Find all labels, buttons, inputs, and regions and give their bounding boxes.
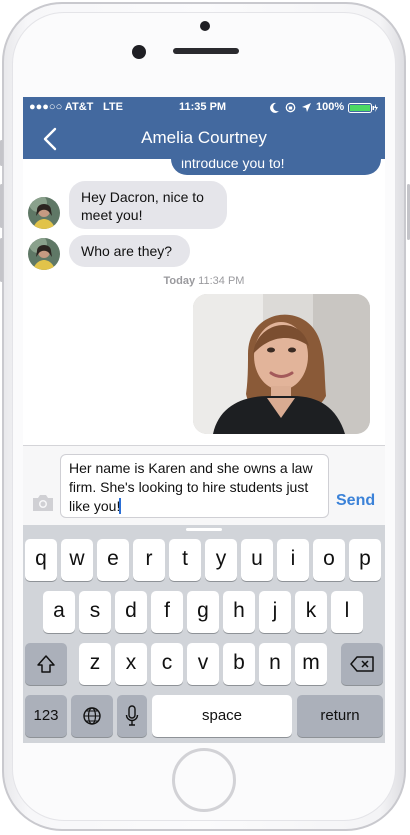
outgoing-message-bubble[interactable]: introduce you to! [171,159,381,175]
earpiece [173,48,239,54]
key-y[interactable]: y [205,539,237,581]
portrait-image [193,294,370,434]
key-m[interactable]: m [295,643,327,685]
dictation-key[interactable] [117,695,147,737]
home-button[interactable] [172,748,236,812]
message-input[interactable]: Her name is Karen and she owns a law fir… [60,454,329,518]
space-key[interactable]: space [152,695,292,737]
contact-avatar[interactable] [28,238,60,270]
rotation-lock-icon [285,102,296,113]
text-cursor [119,498,122,514]
key-d[interactable]: d [115,591,147,633]
return-key[interactable]: return [297,695,383,737]
volume-up-button [0,140,3,166]
moon-icon [270,102,279,113]
globe-icon [83,707,101,725]
front-camera [132,45,146,59]
globe-key[interactable] [71,695,113,737]
shift-key[interactable] [25,643,67,685]
send-button[interactable]: Send [336,492,375,510]
outgoing-message-text: introduce you to! [181,159,285,171]
nav-bar: Amelia Courtney [23,119,385,159]
key-q[interactable]: q [25,539,57,581]
photo-message[interactable] [193,294,370,434]
key-j[interactable]: j [259,591,291,633]
key-e[interactable]: e [97,539,129,581]
screen: ●●●○○ AT&T LTE 11:35 PM 100% Amelia Cour… [23,97,385,743]
status-bar: ●●●○○ AT&T LTE 11:35 PM 100% [23,97,385,119]
key-b[interactable]: b [223,643,255,685]
key-g[interactable]: g [187,591,219,633]
delete-icon [350,656,374,672]
microphone-icon [125,705,139,726]
location-icon [302,103,311,112]
key-z[interactable]: z [79,643,111,685]
proximity-sensor [200,21,210,31]
conversation-title: Amelia Courtney [141,128,267,147]
key-o[interactable]: o [313,539,345,581]
timestamp-time: 11:34 PM [198,275,245,287]
key-u[interactable]: u [241,539,273,581]
contact-avatar[interactable] [28,197,60,229]
key-i[interactable]: i [277,539,309,581]
key-p[interactable]: p [349,539,381,581]
timestamp-day: Today [163,275,196,287]
key-k[interactable]: k [295,591,327,633]
incoming-message-text: Hey Dacron, nice to meet you! [81,189,204,223]
key-s[interactable]: s [79,591,111,633]
keyboard: qwertyuiop asdfghjkl zxcvbnm 123 space r… [23,525,385,743]
composer-bar: Her name is Karen and she owns a law fir… [23,445,385,526]
numbers-key[interactable]: 123 [25,695,67,737]
volume-down-button-2 [0,238,3,282]
key-n[interactable]: n [259,643,291,685]
camera-icon[interactable] [31,494,55,512]
message-thread[interactable]: introduce you to! Hey Dacron, nice to me… [23,159,385,445]
incoming-message-text: Who are they? [81,243,173,259]
carrier-label: ●●●○○ AT&T [29,101,94,113]
key-w[interactable]: w [61,539,93,581]
delete-key[interactable] [341,643,383,685]
key-h[interactable]: h [223,591,255,633]
key-a[interactable]: a [43,591,75,633]
clock: 11:35 PM [179,101,227,113]
message-timestamp: Today 11:34 PM [23,275,385,287]
network-label: LTE [103,101,123,113]
key-l[interactable]: l [331,591,363,633]
key-x[interactable]: x [115,643,147,685]
message-input-text: Her name is Karen and she owns a law fir… [69,460,313,514]
battery-percent: 100% [316,101,345,113]
key-f[interactable]: f [151,591,183,633]
keyboard-handle [186,528,222,531]
battery-icon [348,103,378,113]
incoming-message-bubble[interactable]: Hey Dacron, nice to meet you! [69,181,227,229]
key-r[interactable]: r [133,539,165,581]
key-v[interactable]: v [187,643,219,685]
key-t[interactable]: t [169,539,201,581]
key-c[interactable]: c [151,643,183,685]
incoming-message-bubble[interactable]: Who are they? [69,235,190,267]
shift-icon [37,655,55,673]
volume-down-button [0,184,3,228]
